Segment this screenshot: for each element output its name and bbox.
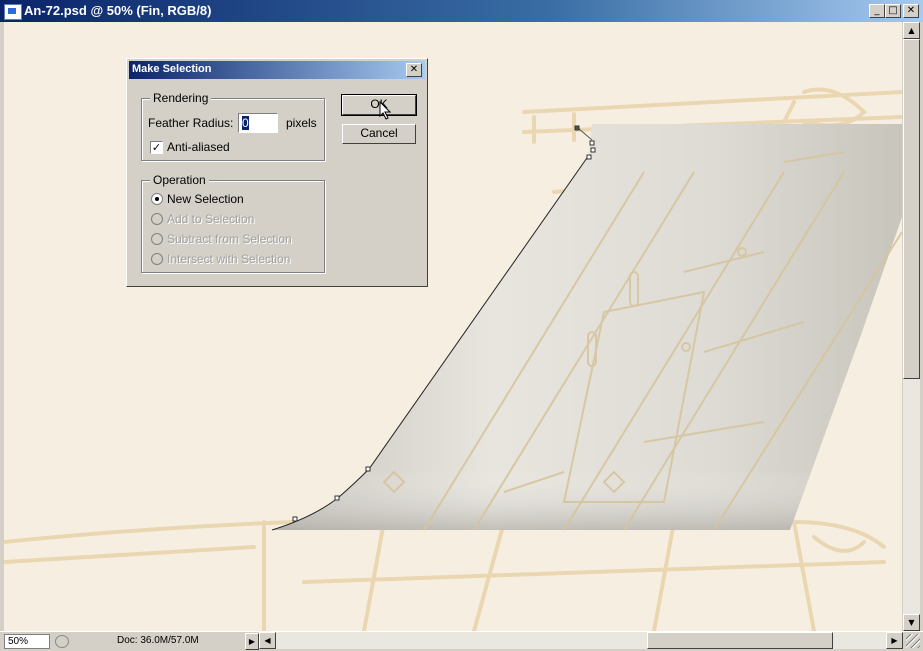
dialog-close-button[interactable]: ✕ (406, 63, 422, 77)
cancel-button[interactable]: Cancel (342, 124, 416, 144)
scroll-right-button[interactable]: ▶ (886, 632, 903, 649)
window-title: An-72.psd @ 50% (Fin, RGB/8) (24, 3, 212, 18)
intersect-with-selection-radio (151, 253, 163, 265)
feather-radius-value: 0 (242, 116, 249, 130)
feather-unit-label: pixels (286, 116, 317, 130)
doc-size-info: Doc: 36.0M/57.0M (117, 635, 199, 646)
operation-legend: Operation (150, 173, 209, 187)
rendering-legend: Rendering (150, 91, 212, 105)
arrow-down-icon: ▼ (908, 618, 915, 627)
close-button[interactable]: ✕ (903, 4, 919, 18)
add-to-selection-label: Add to Selection (167, 212, 255, 226)
intersect-with-selection-label: Intersect with Selection (167, 252, 291, 266)
minimize-button[interactable]: _ (869, 4, 885, 18)
new-selection-radio[interactable] (151, 193, 163, 205)
status-menu-button[interactable]: ▶ (245, 633, 259, 650)
arrow-up-icon: ▲ (908, 26, 915, 35)
resize-grip[interactable] (906, 634, 920, 648)
minimize-icon: _ (874, 5, 880, 16)
window-titlebar[interactable]: An-72.psd @ 50% (Fin, RGB/8) _ □ ✕ (0, 0, 923, 22)
dialog-titlebar[interactable]: Make Selection ✕ (129, 61, 425, 79)
close-icon: ✕ (906, 5, 916, 16)
scroll-down-button[interactable]: ▼ (903, 614, 920, 631)
new-selection-label: New Selection (167, 192, 244, 206)
triangle-right-icon: ▶ (248, 637, 256, 646)
scroll-up-button[interactable]: ▲ (903, 22, 920, 39)
make-selection-dialog: Make Selection ✕ Rendering Feather Radiu… (126, 58, 428, 287)
rendering-group: Rendering Feather Radius: 0 pixels ✓ Ant… (141, 91, 325, 161)
maximize-icon: □ (888, 5, 898, 16)
maximize-button[interactable]: □ (885, 4, 901, 18)
arrow-left-icon: ◀ (264, 636, 271, 645)
vertical-scrollbar[interactable]: ▲ ▼ (903, 22, 920, 631)
horizontal-scroll-thumb[interactable] (647, 632, 833, 649)
anti-aliased-label: Anti-aliased (167, 140, 230, 154)
cursor-arrow-icon (379, 101, 392, 120)
arrow-right-icon: ▶ (891, 636, 898, 645)
operation-group: Operation New Selection Add to Selection… (141, 173, 325, 273)
subtract-from-selection-radio (151, 233, 163, 245)
horizontal-scrollbar[interactable]: ◀ ▶ (259, 632, 903, 649)
photoshop-document-icon (4, 4, 22, 20)
status-info-icon[interactable] (55, 635, 69, 648)
feather-radius-label: Feather Radius: (148, 116, 234, 130)
add-to-selection-radio (151, 213, 163, 225)
close-icon: ✕ (409, 64, 419, 75)
subtract-from-selection-label: Subtract from Selection (167, 232, 292, 246)
feather-radius-input[interactable]: 0 (238, 113, 278, 133)
vertical-scroll-thumb[interactable] (903, 39, 920, 379)
anti-aliased-checkbox[interactable]: ✓ (150, 141, 163, 154)
zoom-input[interactable]: 50% (4, 634, 50, 649)
scroll-left-button[interactable]: ◀ (259, 632, 276, 649)
dialog-title: Make Selection (132, 63, 212, 75)
